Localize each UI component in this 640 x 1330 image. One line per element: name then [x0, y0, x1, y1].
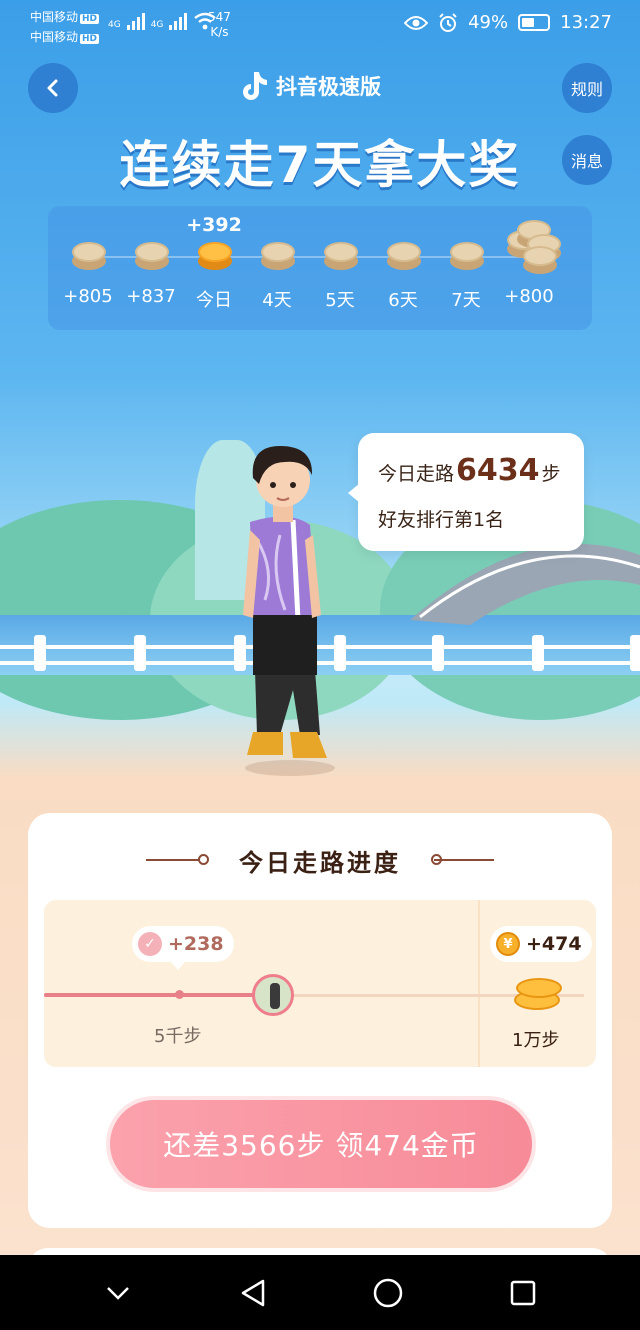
brand: 抖音极速版	[240, 70, 381, 102]
network-speed: 547 K/s	[208, 10, 231, 40]
status-right: 49% 13:27	[404, 12, 612, 33]
network-type-2: 4G	[150, 20, 164, 30]
eye-icon	[404, 15, 429, 30]
square-recents-icon	[510, 1280, 535, 1305]
battery-percent: 49%	[468, 12, 509, 33]
network-type-1: 4G	[108, 20, 121, 30]
milestone-5k-reward[interactable]: ✓ +238	[132, 926, 234, 970]
chevron-down-icon	[106, 1286, 129, 1300]
today-bonus: +392	[186, 214, 242, 236]
calendar-day-label: +837	[126, 286, 176, 307]
system-nav-bar	[0, 1255, 640, 1330]
step-bubble: 今日走路 6434 步 好友排行第1名	[348, 433, 584, 551]
hd-badge-2: HD	[80, 34, 100, 44]
nav-recents-button[interactable]	[503, 1273, 543, 1313]
signal-icon-1	[126, 12, 145, 30]
today-steps-count: 6434	[456, 453, 540, 488]
milestone-10k-reward-value: +474	[526, 933, 582, 955]
carrier-name-2: 中国移动	[30, 30, 79, 44]
coin-icon	[261, 242, 295, 270]
avatar-character	[243, 446, 335, 776]
today-steps-suffix: 步	[541, 463, 561, 485]
progress-title: 今日走路进度	[239, 849, 401, 877]
network-indicators: 4G 4G	[108, 12, 217, 30]
progress-avatar	[252, 974, 294, 1016]
milestone-10k-label: 1万步	[512, 1030, 560, 1051]
battery-icon	[518, 14, 551, 31]
coin-icon	[135, 242, 169, 270]
calendar-day-label: +805	[63, 286, 113, 307]
coin-icon	[387, 242, 421, 270]
back-button[interactable]	[28, 63, 78, 113]
coin-icon: ¥	[496, 932, 520, 956]
douyin-logo-icon	[243, 72, 267, 100]
calendar-day-label: 6天	[388, 290, 418, 311]
chevron-left-icon	[47, 79, 58, 97]
streak-calendar: +805 +837 +392 今日 4天 5天 6天 7天 +800	[48, 206, 592, 330]
nav-home-button[interactable]	[368, 1273, 408, 1313]
calendar-day-label: 7天	[451, 290, 481, 311]
track-divider	[478, 900, 480, 1067]
friend-rank: 好友排行第1名	[378, 509, 505, 531]
calendar-day-label: +800	[504, 286, 554, 307]
nav-back-button[interactable]	[233, 1273, 273, 1313]
signal-icon-2	[169, 12, 188, 30]
alarm-icon	[439, 12, 457, 32]
page-headline: 连续走7天拿大奖	[119, 136, 521, 194]
milestone-5k-dot	[175, 990, 184, 999]
status-bar: 中国移动 HD 中国移动 HD 4G 4G 547 K/s 49% 13:27	[0, 0, 640, 52]
milestone-5k-reward-value: +238	[168, 933, 224, 955]
circle-home-icon	[373, 1278, 402, 1307]
carrier-info: 中国移动 HD 中国移动 HD	[30, 8, 100, 48]
milestone-5k-label: 5千步	[154, 1026, 202, 1047]
calendar-day-label: 今日	[196, 290, 232, 311]
milestone-10k-reward[interactable]: ¥ +474	[490, 926, 592, 962]
progress-track: ✓ +238 5千步 ¥ +474 1万步	[44, 900, 596, 1067]
claim-coins-button[interactable]: 还差3566步 领474金币	[106, 1096, 536, 1192]
rules-button[interactable]: 规则	[562, 63, 612, 113]
grand-coin-icon	[523, 246, 557, 274]
coin-icon	[450, 242, 484, 270]
hd-badge-1: HD	[80, 14, 100, 24]
clock: 13:27	[560, 12, 612, 33]
coin-icon	[198, 242, 232, 270]
today-steps: 今日走路 6434 步	[378, 453, 561, 488]
today-steps-prefix: 今日走路	[378, 463, 455, 485]
brand-name: 抖音极速版	[276, 75, 381, 99]
calendar-day-label: 4天	[262, 290, 292, 311]
title-deco-right	[434, 859, 494, 861]
progress-card: 今日走路进度 ✓ +238 5千步 ¥ +474 1万步 还差3566步 领47…	[28, 813, 612, 1228]
nav-collapse-button[interactable]	[98, 1273, 138, 1313]
speed-value: 547	[208, 10, 231, 24]
track-fill	[44, 993, 270, 997]
triangle-back-icon	[241, 1279, 264, 1306]
carrier-name-1: 中国移动	[30, 10, 79, 24]
check-icon: ✓	[138, 932, 162, 956]
coin-icon	[72, 242, 106, 270]
coin-stack-icon	[514, 972, 562, 1012]
speed-unit: K/s	[210, 25, 229, 39]
coin-icon	[324, 242, 358, 270]
calendar-day-label: 5天	[325, 290, 355, 311]
